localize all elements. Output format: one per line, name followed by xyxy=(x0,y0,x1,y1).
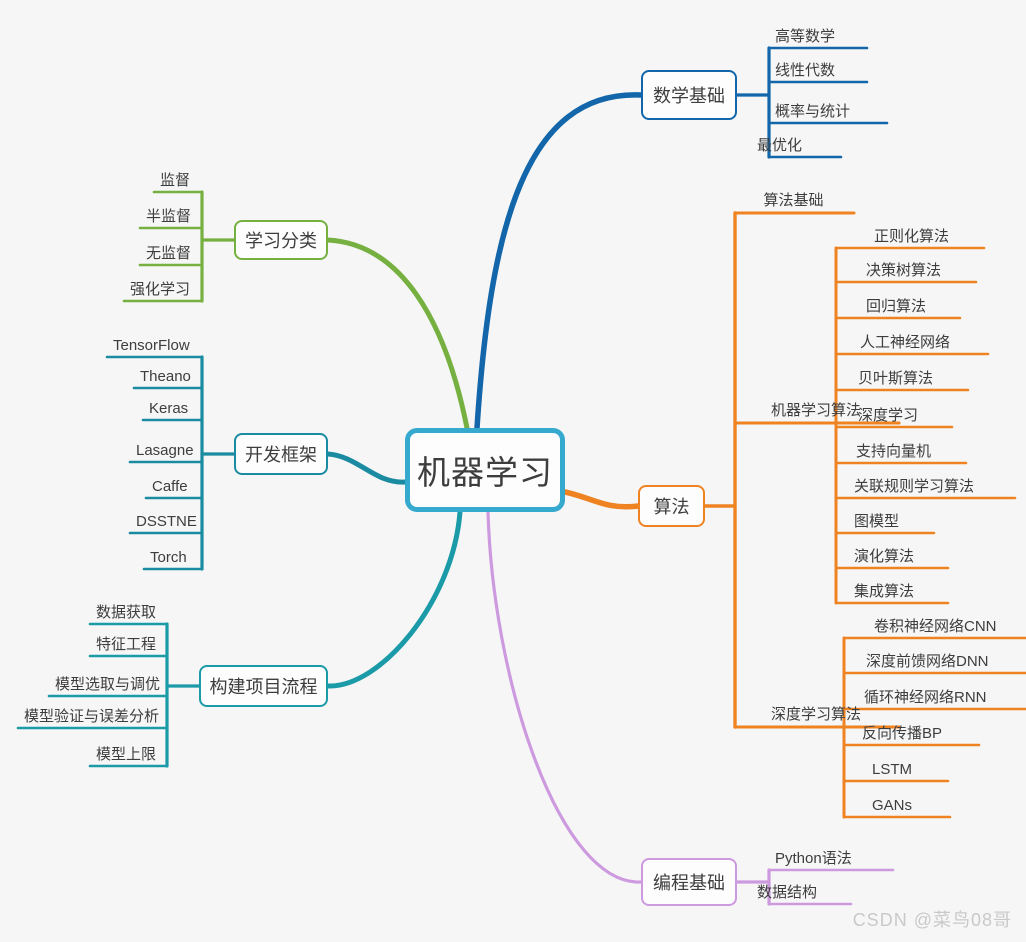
leaf-frameworks-3[interactable]: Lasagne xyxy=(136,442,219,462)
branch-node-project-flow[interactable]: 构建项目流程 xyxy=(199,665,328,707)
leaf-label: 回归算法 xyxy=(866,298,927,315)
leaf-dl-algos-0[interactable]: 卷积神经网络CNN xyxy=(874,618,1026,638)
leaf-label: 数据获取 xyxy=(96,604,157,621)
leaf-label: Lasagne xyxy=(136,442,194,459)
leaf-project-flow-2[interactable]: 模型选取与调优 xyxy=(55,676,184,696)
leaf-dl-algos-2[interactable]: 循环神经网络RNN xyxy=(864,689,1025,709)
leaf-ml-algos-9[interactable]: 演化算法 xyxy=(854,548,942,568)
leaf-label: 支持向量机 xyxy=(856,443,932,460)
leaf-ml-algos-7[interactable]: 关联规则学习算法 xyxy=(854,478,1009,498)
leaf-frameworks-0[interactable]: TensorFlow xyxy=(113,337,219,357)
leaf-label: 概率与统计 xyxy=(775,103,851,120)
caption-label: 深度学习算法 xyxy=(770,706,861,723)
leaf-dl-algos-5[interactable]: GANs xyxy=(872,797,944,817)
leaf-label: 循环神经网络RNN xyxy=(864,689,987,706)
leaf-label: 最优化 xyxy=(757,137,803,154)
leaf-ml-algos-8[interactable]: 图模型 xyxy=(854,513,928,533)
leaf-label: TensorFlow xyxy=(113,337,190,354)
leaf-learning-types-2[interactable]: 无监督 xyxy=(146,245,220,265)
leaf-frameworks-6[interactable]: Torch xyxy=(150,549,219,569)
leaf-label: 深度学习 xyxy=(858,407,919,424)
root-node[interactable]: 机器学习 xyxy=(405,428,565,512)
leaf-learning-types-3[interactable]: 强化学习 xyxy=(130,281,220,301)
leaf-label: 正则化算法 xyxy=(874,228,950,245)
leaf-label: 模型上限 xyxy=(96,746,157,763)
leaf-label: 决策树算法 xyxy=(866,262,942,279)
leaf-label: DSSTNE xyxy=(136,513,197,530)
leaf-label: 集成算法 xyxy=(854,583,915,600)
branch-node-frameworks[interactable]: 开发框架 xyxy=(234,433,328,475)
node-label: 数学基础 xyxy=(653,86,725,106)
leaf-ml-algos-4[interactable]: 贝叶斯算法 xyxy=(858,370,962,390)
leaf-ml-algos-5[interactable]: 深度学习 xyxy=(858,407,946,427)
leaf-label: 卷积神经网络CNN xyxy=(874,618,997,635)
leaf-label: 深度前馈网络DNN xyxy=(866,653,989,670)
branch-node-learning-types[interactable]: 学习分类 xyxy=(234,220,328,260)
node-label: 机器学习 xyxy=(417,454,553,491)
leaf-label: LSTM xyxy=(872,761,913,778)
leaf-frameworks-4[interactable]: Caffe xyxy=(152,478,219,498)
leaf-frameworks-5[interactable]: DSSTNE xyxy=(136,513,219,533)
leaf-label: 高等数学 xyxy=(775,28,836,45)
leaf-label: GANs xyxy=(872,797,913,814)
leaf-frameworks-1[interactable]: Theano xyxy=(140,368,219,388)
node-label: 构建项目流程 xyxy=(209,677,318,697)
leaf-dl-algos-3[interactable]: 反向传播BP xyxy=(862,725,973,745)
node-label: 算法 xyxy=(653,497,690,517)
leaf-project-flow-1[interactable]: 特征工程 xyxy=(96,636,184,656)
leaf-label: 关联规则学习算法 xyxy=(854,478,975,495)
watermark: CSDN @菜鸟08哥 xyxy=(852,910,1012,930)
leaf-math-3[interactable]: 最优化 xyxy=(757,137,835,157)
branch-node-algorithms[interactable]: 算法 xyxy=(638,485,705,527)
leaf-label: 贝叶斯算法 xyxy=(858,370,934,387)
leaf-label: Theano xyxy=(140,368,191,385)
leaf-math-2[interactable]: 概率与统计 xyxy=(775,103,881,123)
leaf-label: 监督 xyxy=(160,172,191,189)
leaf-project-flow-4[interactable]: 模型上限 xyxy=(96,746,184,766)
node-label: 开发框架 xyxy=(245,445,317,465)
branch-node-math[interactable]: 数学基础 xyxy=(641,70,737,120)
leaf-label: 反向传播BP xyxy=(862,725,943,742)
leaf-label: 模型选取与调优 xyxy=(55,676,161,693)
leaf-project-flow-3[interactable]: 模型验证与误差分析 xyxy=(24,708,184,728)
leaf-dl-algos-1[interactable]: 深度前馈网络DNN xyxy=(866,653,1026,673)
leaf-frameworks-2[interactable]: Keras xyxy=(149,400,219,420)
caption-label: 算法基础 xyxy=(763,192,824,209)
leaf-label: 线性代数 xyxy=(775,62,836,79)
mindmap-canvas: 机器学习 数学基础 高等数学线性代数概率与统计最优化学习分类 监督半监督无监督强化学习… xyxy=(0,0,1026,942)
leaf-ml-algos-6[interactable]: 支持向量机 xyxy=(856,443,960,463)
leaf-label: 无监督 xyxy=(146,245,192,262)
leaf-label: 图模型 xyxy=(854,513,900,530)
leaf-programming-1[interactable]: 数据结构 xyxy=(757,884,845,904)
leaf-label: 演化算法 xyxy=(854,548,915,565)
leaf-dl-algos-4[interactable]: LSTM xyxy=(872,761,942,781)
leaf-label: 强化学习 xyxy=(130,281,191,298)
node-label: 编程基础 xyxy=(653,873,725,893)
leaf-label: 数据结构 xyxy=(757,884,818,901)
leaf-learning-types-1[interactable]: 半监督 xyxy=(146,208,220,228)
group-caption-algo-basics[interactable]: 算法基础 xyxy=(741,193,846,208)
leaf-ml-algos-3[interactable]: 人工神经网络 xyxy=(860,334,982,354)
leaf-programming-0[interactable]: Python语法 xyxy=(775,850,887,870)
leaf-label: Python语法 xyxy=(775,850,852,867)
leaf-ml-algos-2[interactable]: 回归算法 xyxy=(866,298,954,318)
leaf-label: Torch xyxy=(150,549,187,566)
leaf-label: 特征工程 xyxy=(96,636,157,653)
leaf-learning-types-0[interactable]: 监督 xyxy=(160,172,220,192)
leaf-label: 人工神经网络 xyxy=(860,334,951,351)
leaf-ml-algos-10[interactable]: 集成算法 xyxy=(854,583,942,603)
leaf-project-flow-0[interactable]: 数据获取 xyxy=(96,604,184,624)
branch-node-programming[interactable]: 编程基础 xyxy=(641,858,737,906)
leaf-ml-algos-0[interactable]: 正则化算法 xyxy=(874,228,978,248)
caption-label: 机器学习算法 xyxy=(770,402,861,419)
leaf-label: 模型验证与误差分析 xyxy=(24,708,160,725)
group-caption-dl-algos[interactable]: 深度学习算法 xyxy=(741,707,891,722)
leaf-math-0[interactable]: 高等数学 xyxy=(775,28,861,48)
leaf-ml-algos-1[interactable]: 决策树算法 xyxy=(866,262,970,282)
leaf-label: Caffe xyxy=(152,478,188,495)
leaf-math-1[interactable]: 线性代数 xyxy=(775,62,861,82)
leaf-label: Keras xyxy=(149,400,189,417)
node-label: 学习分类 xyxy=(245,231,317,251)
leaf-label: 半监督 xyxy=(146,208,192,225)
